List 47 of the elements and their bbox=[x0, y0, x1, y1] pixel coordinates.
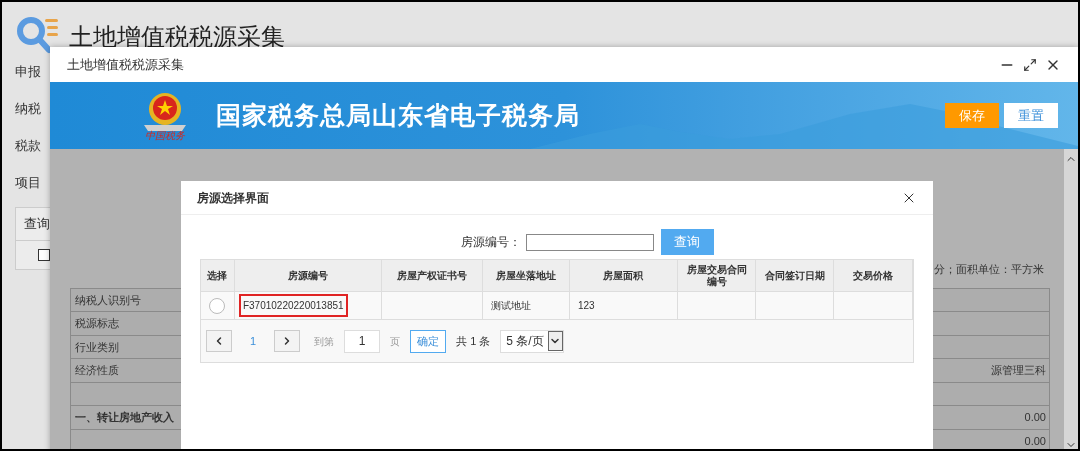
form-label: 申报 bbox=[15, 63, 41, 81]
row-label: 一、转让房地产收入 bbox=[75, 410, 174, 425]
table-cell-text: 测试地址 bbox=[490, 299, 533, 313]
column-header: 合同签订日期 bbox=[763, 269, 826, 282]
column-header: 选择 bbox=[206, 269, 229, 282]
row-value: 0.00 bbox=[1024, 410, 1046, 425]
row-value: 源管理三科 bbox=[991, 363, 1046, 378]
scrollbar[interactable] bbox=[1064, 149, 1078, 449]
search-label: 房源编号： bbox=[460, 234, 521, 251]
confirm-button[interactable]: 确定 bbox=[410, 329, 447, 353]
maximize-icon[interactable] bbox=[1023, 57, 1037, 72]
row-label: 行业类别 bbox=[75, 339, 119, 355]
save-button[interactable]: 保存 bbox=[945, 103, 999, 128]
column-header: 交易价格 bbox=[852, 269, 895, 282]
column-header: 房屋产权证书号 bbox=[396, 269, 469, 282]
table-cell: F37010220220013851 bbox=[238, 294, 348, 317]
row-label: 经济性质 bbox=[75, 363, 119, 378]
row-value: 0.00 bbox=[1024, 433, 1046, 449]
form-label: 项目 bbox=[15, 174, 41, 192]
emblem-caption: 中国税务 bbox=[145, 130, 185, 141]
page-input[interactable]: 1 bbox=[344, 329, 381, 353]
table-cell-text: 123 bbox=[576, 299, 596, 313]
previous-page-button[interactable] bbox=[206, 330, 232, 352]
window-title: 土地增值税税源采集 bbox=[67, 55, 184, 74]
total-count: 共 1 条 bbox=[456, 333, 491, 349]
page-title: 土地增值税税源采集 bbox=[69, 22, 285, 52]
dialog-title: 房源选择界面 bbox=[197, 189, 269, 207]
search-field[interactable] bbox=[525, 233, 654, 251]
checkbox[interactable] bbox=[38, 248, 50, 261]
goto-label: 到第 bbox=[314, 334, 335, 349]
form-label: 纳税 bbox=[15, 100, 41, 118]
page-unit: 页 bbox=[390, 334, 401, 349]
column-header: 房源编号 bbox=[287, 269, 330, 282]
banner-title: 国家税务总局山东省电子税务局 bbox=[216, 99, 580, 131]
column-header: 房屋面积 bbox=[602, 269, 645, 282]
form-label: 税款 bbox=[15, 137, 41, 155]
reset-button[interactable]: 重置 bbox=[1004, 103, 1058, 128]
column-header: 房屋交易合同编号 bbox=[685, 263, 748, 288]
radio-button[interactable] bbox=[209, 297, 226, 314]
column-header: 房屋坐落地址 bbox=[495, 269, 558, 282]
page-size-select[interactable]: 5 条/页 bbox=[500, 329, 564, 353]
page-number[interactable]: 1 bbox=[242, 332, 265, 350]
row-label: 纳税人识别号 bbox=[75, 292, 141, 308]
unit-note: 分；面积单位：平方米 bbox=[934, 262, 1044, 277]
next-page-button[interactable] bbox=[274, 330, 301, 352]
row-label: 税源标志 bbox=[75, 316, 119, 331]
query-button[interactable]: 查询 bbox=[660, 229, 714, 255]
